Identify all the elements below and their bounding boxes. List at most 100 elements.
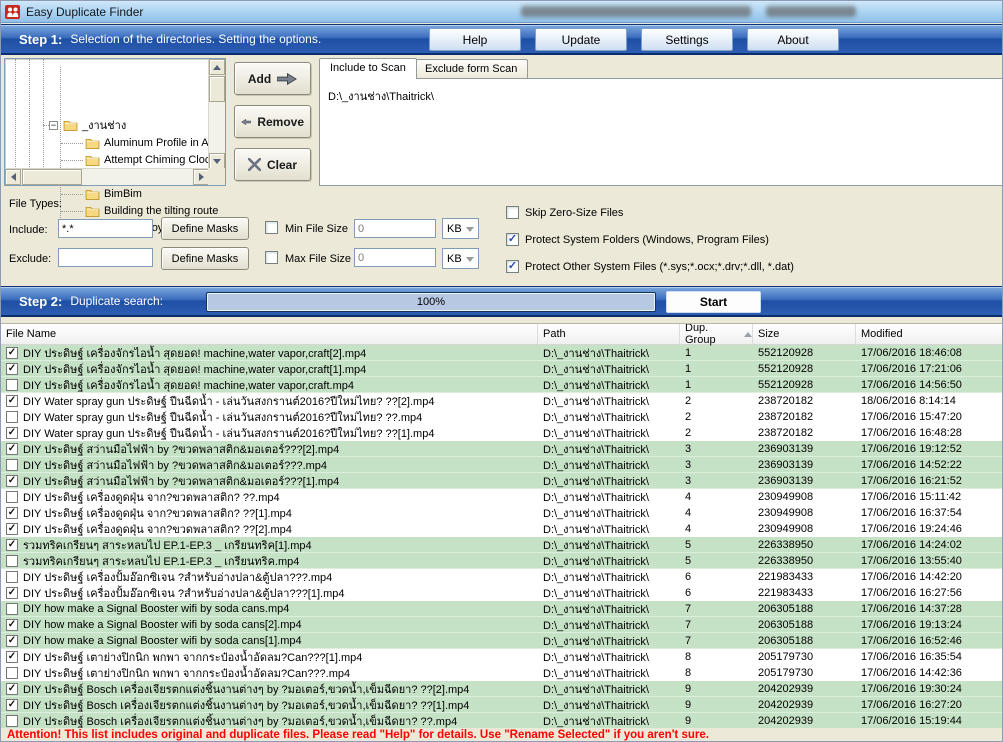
max-file-size-checkbox[interactable] <box>265 251 278 264</box>
option-checkbox[interactable] <box>506 233 519 246</box>
min-file-size-checkbox[interactable] <box>265 221 278 234</box>
tree-vertical-scrollbar[interactable] <box>208 59 225 169</box>
tab-include-to-scan[interactable]: Include to Scan <box>319 58 417 79</box>
scroll-down-button[interactable] <box>209 153 225 169</box>
tree-folder-label: Building the tilting route <box>104 205 219 217</box>
folder-icon <box>85 138 100 149</box>
cell-size: 230949908 <box>758 506 814 519</box>
define-masks-include-button[interactable]: Define Masks <box>161 217 249 240</box>
arrow-down-icon <box>213 158 221 164</box>
unit-value: KB <box>447 222 462 235</box>
column-header-size[interactable]: Size <box>753 324 856 344</box>
cell-modified: 17/06/2016 14:42:20 <box>861 570 962 583</box>
row-checkbox[interactable] <box>6 362 18 375</box>
step1-buttons: Help Update Settings About <box>429 28 839 51</box>
row-checkbox[interactable] <box>6 698 18 711</box>
row-checkbox[interactable] <box>6 458 18 471</box>
row-checkbox[interactable] <box>6 426 18 439</box>
row-checkbox[interactable] <box>6 650 18 663</box>
row-checkbox[interactable] <box>6 346 18 359</box>
cell-modified: 17/06/2016 16:35:54 <box>861 650 962 663</box>
tab-exclude-from-scan[interactable]: Exclude form Scan <box>414 59 529 79</box>
exclude-mask-input[interactable] <box>58 248 153 267</box>
cell-file-name: DIY ประดิษฐ์ เครื่องปั้มอ๊อกซิเจน ?สำหรั… <box>23 587 345 600</box>
tree-folder-item[interactable]: Attempt Chiming Clock <box>85 152 216 168</box>
max-size-unit-combo[interactable]: KB <box>442 248 479 269</box>
clear-button[interactable]: Clear <box>234 148 311 181</box>
tree-horizontal-scrollbar[interactable] <box>5 168 209 185</box>
min-size-unit-combo[interactable]: KB <box>442 218 479 239</box>
row-checkbox[interactable] <box>6 682 18 695</box>
cell-modified: 17/06/2016 19:30:24 <box>861 682 962 695</box>
table-row[interactable]: DIY how make a Signal Booster wifi by so… <box>1 617 1002 633</box>
tree-collapse-toggle[interactable]: − <box>49 121 58 130</box>
cell-dup-group: 9 <box>685 698 692 711</box>
cell-modified: 17/06/2016 16:27:20 <box>861 698 962 711</box>
scroll-right-button[interactable] <box>193 169 209 185</box>
include-mask-input[interactable] <box>58 219 153 238</box>
unit-value: KB <box>447 252 462 265</box>
include-list[interactable]: D:\_งานช่าง\Thaitrick\ <box>319 78 1002 186</box>
table-row[interactable]: DIY ประดิษฐ์ Bosch เครื่องเจียรตกแต่งชิ้… <box>1 713 1002 729</box>
option-row[interactable]: Protect Other System Files (*.sys;*.ocx;… <box>506 260 794 273</box>
tree-root-folder[interactable]: _งานช่าง <box>63 117 126 133</box>
remove-button[interactable]: Remove <box>234 105 311 138</box>
directory-tree-panel[interactable]: − _งานช่าง Aluminum Profile in Aut Attem… <box>4 58 226 234</box>
row-checkbox[interactable] <box>6 522 18 535</box>
max-file-size-input[interactable] <box>354 248 436 267</box>
settings-button[interactable]: Settings <box>641 28 733 51</box>
scrollbar-thumb[interactable] <box>209 76 225 102</box>
scroll-left-button[interactable] <box>5 169 21 185</box>
min-file-size-input[interactable] <box>354 219 436 238</box>
row-checkbox[interactable] <box>6 602 18 615</box>
column-header-file-name[interactable]: File Name <box>1 324 538 344</box>
table-row[interactable]: DIY how make a Signal Booster wifi by so… <box>1 601 1002 617</box>
header-label: Size <box>758 328 780 340</box>
row-checkbox[interactable] <box>6 490 18 503</box>
cell-modified: 17/06/2016 16:48:28 <box>861 426 962 439</box>
define-masks-exclude-button[interactable]: Define Masks <box>161 247 249 270</box>
step2-bar: Step 2: Duplicate search: 100% Start <box>1 286 1002 317</box>
column-header-modified[interactable]: Modified <box>856 324 1002 344</box>
about-button[interactable]: About <box>747 28 839 51</box>
row-checkbox[interactable] <box>6 442 18 455</box>
row-checkbox[interactable] <box>6 538 18 551</box>
help-button[interactable]: Help <box>429 28 521 51</box>
scroll-up-button[interactable] <box>209 59 225 75</box>
column-header-dup-group[interactable]: Dup. Group <box>680 324 753 346</box>
option-checkbox[interactable] <box>506 260 519 273</box>
cell-modified: 18/06/2016 8:14:14 <box>861 394 956 407</box>
add-button-label: Add <box>247 71 272 86</box>
row-checkbox[interactable] <box>6 554 18 567</box>
cell-modified: 17/06/2016 13:55:40 <box>861 554 962 567</box>
folder-icon <box>85 206 100 217</box>
row-checkbox[interactable] <box>6 506 18 519</box>
option-checkbox[interactable] <box>506 206 519 219</box>
tree-connector <box>61 143 83 144</box>
add-button[interactable]: Add <box>234 62 311 95</box>
column-header-path[interactable]: Path <box>538 324 680 344</box>
row-checkbox[interactable] <box>6 394 18 407</box>
tree-folder-item[interactable]: BimBim <box>85 186 142 202</box>
tree-folder-item[interactable]: Aluminum Profile in Aut <box>85 135 218 151</box>
row-checkbox[interactable] <box>6 634 18 647</box>
cell-dup-group: 5 <box>685 554 692 567</box>
row-checkbox[interactable] <box>6 666 18 679</box>
cell-size: 206305188 <box>758 634 814 647</box>
option-row[interactable]: Protect System Folders (Windows, Program… <box>506 233 769 246</box>
cell-dup-group: 7 <box>685 602 692 615</box>
update-button[interactable]: Update <box>535 28 627 51</box>
row-checkbox[interactable] <box>6 586 18 599</box>
row-checkbox[interactable] <box>6 618 18 631</box>
row-checkbox[interactable] <box>6 474 18 487</box>
option-row[interactable]: Skip Zero-Size Files <box>506 206 623 219</box>
include-path-item[interactable]: D:\_งานช่าง\Thaitrick\ <box>328 87 434 105</box>
arrow-right-icon <box>198 173 204 181</box>
row-checkbox[interactable] <box>6 714 18 727</box>
table-row[interactable]: DIY ประดิษฐ์ เครื่องปั้มอ๊อกซิเจน ?สำหรั… <box>1 585 1002 601</box>
start-button[interactable]: Start <box>666 291 761 313</box>
row-checkbox[interactable] <box>6 570 18 583</box>
row-checkbox[interactable] <box>6 410 18 423</box>
scrollbar-thumb[interactable] <box>22 169 82 185</box>
row-checkbox[interactable] <box>6 378 18 391</box>
